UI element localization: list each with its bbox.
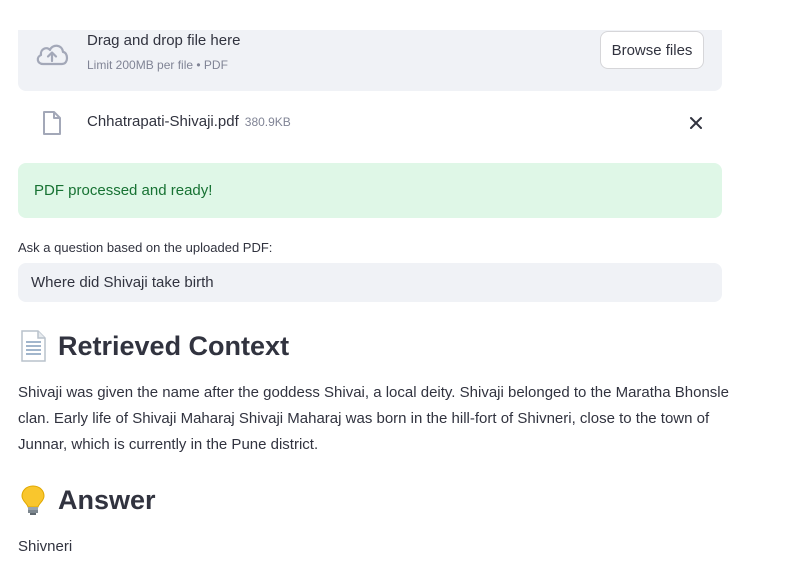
retrieved-context-title: Retrieved Context (58, 330, 290, 361)
file-size: 380.9KB (244, 115, 291, 129)
retrieved-context-text: Shivaji was given the name after the god… (18, 384, 729, 453)
dropzone-limit-text: Limit 200MB per file • PDF (87, 58, 228, 72)
file-name-text: Chhatrapati-Shivaji.pdf (87, 113, 239, 130)
success-alert: PDF processed and ready! (18, 163, 722, 218)
retrieved-context-heading: Retrieved Context (18, 330, 289, 362)
answer-heading: Answer (18, 484, 156, 516)
file-dropzone[interactable]: Drag and drop file here Limit 200MB per … (18, 30, 722, 91)
answer-title: Answer (58, 484, 156, 515)
page-facing-up-icon (21, 330, 46, 362)
light-bulb-icon (21, 485, 45, 515)
answer-text: Shivneri (18, 538, 73, 555)
uploaded-file-row: Chhatrapati-Shivaji.pdf 380.9KB (18, 104, 722, 142)
remove-file-button[interactable] (686, 113, 706, 133)
dropzone-title: Drag and drop file here (87, 32, 241, 49)
cloud-upload-icon (36, 44, 69, 66)
file-name: Chhatrapati-Shivaji.pdf 380.9KB (87, 113, 291, 130)
close-icon (690, 117, 702, 129)
question-input[interactable] (18, 263, 722, 302)
question-label: Ask a question based on the uploaded PDF… (18, 240, 273, 255)
browse-files-button[interactable]: Browse files (600, 31, 704, 69)
file-icon (43, 111, 61, 135)
